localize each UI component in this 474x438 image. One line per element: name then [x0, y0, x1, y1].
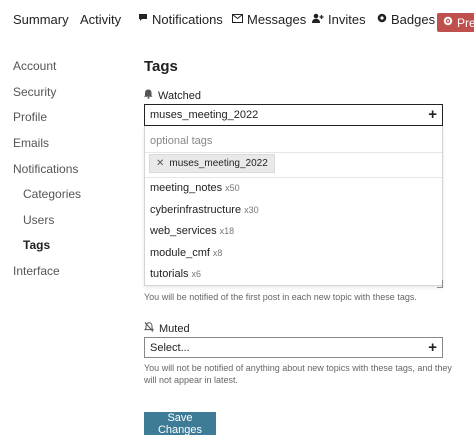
muted-tags-input[interactable]: Select... + [144, 337, 443, 358]
user-plus-icon [312, 13, 324, 26]
tab-label: Activity [80, 12, 122, 27]
tag-option-count: x50 [225, 183, 240, 193]
sidebar-item-account[interactable]: Account [13, 59, 56, 73]
tag-option-cyberinfrastructure[interactable]: cyberinfrastructure x30 [150, 204, 259, 216]
tag-filter-input[interactable]: optional tags [150, 135, 212, 147]
tab-summary[interactable]: Summary [13, 12, 69, 27]
plus-icon[interactable]: + [428, 339, 437, 357]
muted-hint-line2: will not appear in latest. [144, 375, 239, 385]
tag-option-tutorials[interactable]: tutorials x6 [150, 268, 201, 280]
sidebar-item-tags[interactable]: Tags [23, 238, 50, 252]
sidebar-item-categories[interactable]: Categories [23, 187, 81, 201]
tab-notifications[interactable]: Notifications [138, 12, 223, 27]
tab-messages[interactable]: Messages [232, 12, 306, 27]
tab-label: Invites [328, 12, 366, 27]
tag-option-name: meeting_notes [150, 182, 223, 194]
tag-option-count: x8 [212, 248, 223, 258]
tag-option-count: x6 [191, 269, 202, 279]
muted-tags-placeholder: Select... [150, 341, 190, 354]
tab-label: Messages [247, 12, 307, 27]
sidebar-item-emails[interactable]: Emails [13, 136, 49, 150]
tag-option-count: x30 [244, 205, 259, 215]
divider [145, 177, 442, 178]
tab-label: Notifications [152, 12, 223, 27]
sidebar-item-profile[interactable]: Profile [13, 110, 47, 124]
sidebar-item-users[interactable]: Users [23, 213, 54, 227]
page-title: Tags [144, 58, 178, 75]
close-icon[interactable]: ✕ [156, 158, 164, 169]
preferences-button[interactable]: Pre [437, 13, 474, 32]
tag-option-name: cyberinfrastructure [150, 204, 242, 216]
chip-label: muses_meeting_2022 [169, 158, 268, 169]
tag-option-web-services[interactable]: web_services x18 [150, 225, 234, 237]
bell-slash-icon [143, 322, 155, 335]
tab-label: Badges [391, 12, 436, 27]
tab-label: Summary [13, 12, 69, 27]
user-nav-tabs: Summary Activity Notifications Messages … [0, 0, 474, 44]
watched-tags-value: muses_meeting_2022 [150, 109, 259, 121]
tag-option-name: tutorials [150, 268, 189, 280]
sidebar-item-interface[interactable]: Interface [13, 264, 60, 278]
plus-icon[interactable]: + [428, 106, 437, 124]
sidebar-item-security[interactable]: Security [13, 85, 56, 99]
divider [145, 152, 442, 153]
preferences-label: Pre [457, 15, 474, 30]
input-edge [437, 280, 443, 288]
tag-option-meeting-notes[interactable]: meeting_notes x50 [150, 182, 240, 194]
sidebar-item-notifications[interactable]: Notifications [13, 162, 78, 176]
tab-badges[interactable]: Badges [377, 12, 435, 27]
tag-option-module-cmf[interactable]: module_cmf x8 [150, 247, 222, 259]
tab-activity[interactable]: Activity [80, 12, 121, 27]
watched-tags-input[interactable]: muses_meeting_2022 + [144, 104, 443, 126]
muted-hint-line1: You will not be notified of anything abo… [144, 363, 452, 373]
save-changes-button[interactable]: Save Changes [144, 412, 216, 436]
tag-option-name: module_cmf [150, 247, 210, 259]
tab-invites[interactable]: Invites [312, 12, 366, 27]
speech-bubble-icon [138, 13, 148, 26]
certificate-icon [377, 13, 387, 26]
tag-dropdown: optional tags ✕ muses_meeting_2022 meeti… [144, 126, 443, 286]
watched-label-text: Watched [158, 89, 202, 102]
muted-label-text: Muted [159, 322, 190, 335]
gear-icon [443, 16, 453, 29]
bell-icon [144, 89, 153, 102]
tag-option-name: web_services [150, 225, 217, 237]
envelope-icon [232, 13, 243, 26]
watched-hint: You will be notified of the first post i… [144, 292, 417, 302]
selected-tag-chip[interactable]: ✕ muses_meeting_2022 [149, 154, 275, 173]
muted-label: Muted [143, 322, 190, 335]
watched-label: Watched [144, 89, 201, 102]
tag-option-count: x18 [219, 226, 235, 236]
